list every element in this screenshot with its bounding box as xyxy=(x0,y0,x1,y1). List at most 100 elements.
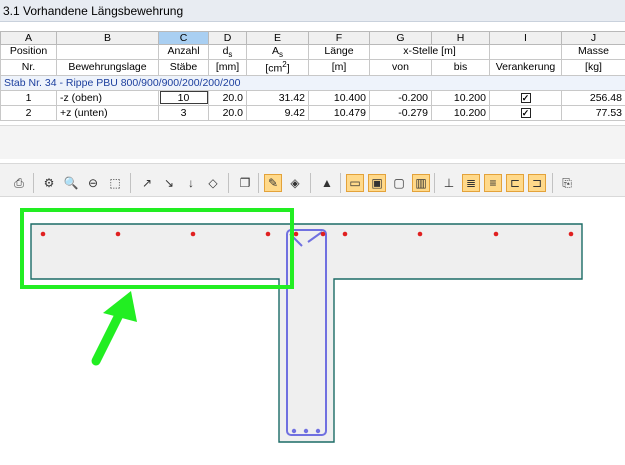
render-icon[interactable]: ◈ xyxy=(286,174,304,192)
cell-laenge[interactable]: 10.479 xyxy=(308,104,370,121)
cell-lage[interactable]: -z (oben) xyxy=(56,89,159,106)
empty-area xyxy=(0,125,625,159)
cell-masse[interactable]: 77.53 xyxy=(561,104,625,121)
layers-icon[interactable]: ≣ xyxy=(462,174,480,192)
column-letter[interactable]: J xyxy=(561,31,625,45)
column-letter[interactable]: D xyxy=(208,31,247,45)
rebar-top[interactable] xyxy=(265,231,271,237)
rebar-bottom[interactable] xyxy=(291,428,297,434)
column-letter[interactable]: E xyxy=(246,31,309,45)
cell-verankerung[interactable]: ✓ xyxy=(489,104,562,121)
rebar-bottom[interactable] xyxy=(303,428,309,434)
cell-staebe[interactable]: 10 xyxy=(158,89,209,106)
cell-laenge[interactable]: 10.400 xyxy=(308,89,370,106)
rebar-bottom[interactable] xyxy=(315,428,321,434)
toolbar-separator xyxy=(310,173,311,193)
rebar-top[interactable] xyxy=(568,231,574,237)
pointer-arrow-icon xyxy=(91,291,137,366)
header-masse-unit: [kg] xyxy=(561,59,625,76)
cell-verankerung[interactable]: ✓ xyxy=(489,89,562,106)
cell-bis[interactable]: 10.200 xyxy=(431,104,490,121)
section-full-icon[interactable]: ▭ xyxy=(346,174,364,192)
column-letter[interactable]: F xyxy=(308,31,370,45)
column-letter[interactable]: B xyxy=(56,31,159,45)
view-minus-y-icon[interactable]: ↘ xyxy=(160,174,178,192)
group-row: Stab Nr. 34 - Rippe PBU 800/900/900/200/… xyxy=(0,74,625,91)
header-empty xyxy=(489,43,562,61)
reinforcement-table: A B C D E F G H I J Position Anzahl ds A… xyxy=(0,31,625,121)
section-canvas[interactable] xyxy=(0,198,625,465)
copy-icon[interactable]: ❐ xyxy=(236,174,254,192)
cell-nr[interactable]: 1 xyxy=(0,89,57,106)
toolbar-separator xyxy=(434,173,435,193)
cell-masse[interactable]: 256.48 xyxy=(561,89,625,106)
layer-top-icon[interactable]: ≡ xyxy=(484,174,502,192)
header-anzahl: Anzahl xyxy=(158,43,209,61)
header-as: As xyxy=(246,43,309,61)
cell-staebe[interactable]: 3 xyxy=(158,104,209,121)
toolbar-separator xyxy=(33,173,34,193)
cell-von[interactable]: -0.279 xyxy=(369,104,432,121)
header-bis: bis xyxy=(431,59,490,76)
rebar-top[interactable] xyxy=(417,231,423,237)
section-top-icon[interactable]: ▣ xyxy=(368,174,386,192)
view-x-icon[interactable]: ↗ xyxy=(138,174,156,192)
table-row[interactable]: 2 +z (unten) 3 20.0 9.42 10.479 -0.279 1… xyxy=(0,104,625,121)
column-letter[interactable]: C xyxy=(158,31,209,45)
cell-as[interactable]: 31.42 xyxy=(246,89,309,106)
cell-ds[interactable]: 20.0 xyxy=(208,89,247,106)
header-ds: ds xyxy=(208,43,247,61)
cell-lage[interactable]: +z (unten) xyxy=(56,104,159,121)
cell-bis[interactable]: 10.200 xyxy=(431,89,490,106)
axes-icon[interactable]: ⊥ xyxy=(440,174,458,192)
print-icon[interactable]: ⎙ xyxy=(10,174,28,192)
header-empty xyxy=(56,43,159,61)
zoom-icon[interactable]: 🔍 xyxy=(62,174,80,192)
view-z-icon[interactable]: ↓ xyxy=(182,174,200,192)
rebar-top[interactable] xyxy=(342,231,348,237)
toolbar-separator xyxy=(130,173,131,193)
graphics-toolbar: ⎙ ⚙ 🔍 ⊖ ⬚ ↗ ↘ ↓ ◇ ❐ ✎ ◈ ▲ ▭ ▣ ▢ ▥ ⊥ ≣ ≡ … xyxy=(0,163,625,197)
window-title: 3.1 Vorhandene Längsbewehrung xyxy=(0,0,625,22)
toolbar-separator xyxy=(228,173,229,193)
section-bars-icon[interactable]: ▥ xyxy=(412,174,430,192)
dimension-alt-icon[interactable]: ⊐ xyxy=(528,174,546,192)
edit-section-icon[interactable]: ✎ xyxy=(264,174,282,192)
export-icon[interactable]: ⎘ xyxy=(558,174,576,192)
rebar-top[interactable] xyxy=(40,231,46,237)
cell-ds[interactable]: 20.0 xyxy=(208,104,247,121)
column-letter[interactable]: I xyxy=(489,31,562,45)
rebar-top[interactable] xyxy=(293,231,299,237)
table-row[interactable]: 1 -z (oben) 10 20.0 31.42 10.400 -0.200 … xyxy=(0,89,625,106)
settings-icon[interactable]: ⚙ xyxy=(40,174,58,192)
header-laenge-unit: [m] xyxy=(308,59,370,76)
column-letters-row: A B C D E F G H I J xyxy=(0,31,625,45)
header-xstelle: x-Stelle [m] xyxy=(369,43,490,61)
verankerung-checkbox[interactable]: ✓ xyxy=(520,107,531,118)
header-row-2: Nr. Bewehrungslage Stäbe [mm] [cm2] [m] … xyxy=(0,59,625,76)
zoom-out-icon[interactable]: ⊖ xyxy=(84,174,102,192)
header-staebe: Stäbe xyxy=(158,59,209,76)
verankerung-checkbox[interactable]: ✓ xyxy=(520,92,531,103)
header-row-1: Position Anzahl ds As Länge x-Stelle [m]… xyxy=(0,43,625,61)
header-as-unit: [cm2] xyxy=(246,59,309,76)
rebar-top[interactable] xyxy=(493,231,499,237)
select-icon[interactable]: ⬚ xyxy=(106,174,124,192)
column-letter[interactable]: H xyxy=(431,31,490,45)
rebar-top[interactable] xyxy=(190,231,196,237)
color-icon[interactable]: ▲ xyxy=(318,174,336,192)
cell-von[interactable]: -0.200 xyxy=(369,89,432,106)
column-letter[interactable]: A xyxy=(0,31,57,45)
header-verankerung: Verankerung xyxy=(489,59,562,76)
view-iso-icon[interactable]: ◇ xyxy=(204,174,222,192)
rebar-top[interactable] xyxy=(320,231,326,237)
cell-as[interactable]: 9.42 xyxy=(246,104,309,121)
header-lage: Bewehrungslage xyxy=(56,59,159,76)
column-letter[interactable]: G xyxy=(369,31,432,45)
group-label: Stab Nr. 34 - Rippe PBU 800/900/900/200/… xyxy=(0,74,625,91)
rebar-top[interactable] xyxy=(115,231,121,237)
dimension-icon[interactable]: ⊏ xyxy=(506,174,524,192)
cell-nr[interactable]: 2 xyxy=(0,104,57,121)
section-frame-icon[interactable]: ▢ xyxy=(390,174,408,192)
toolbar-separator xyxy=(340,173,341,193)
